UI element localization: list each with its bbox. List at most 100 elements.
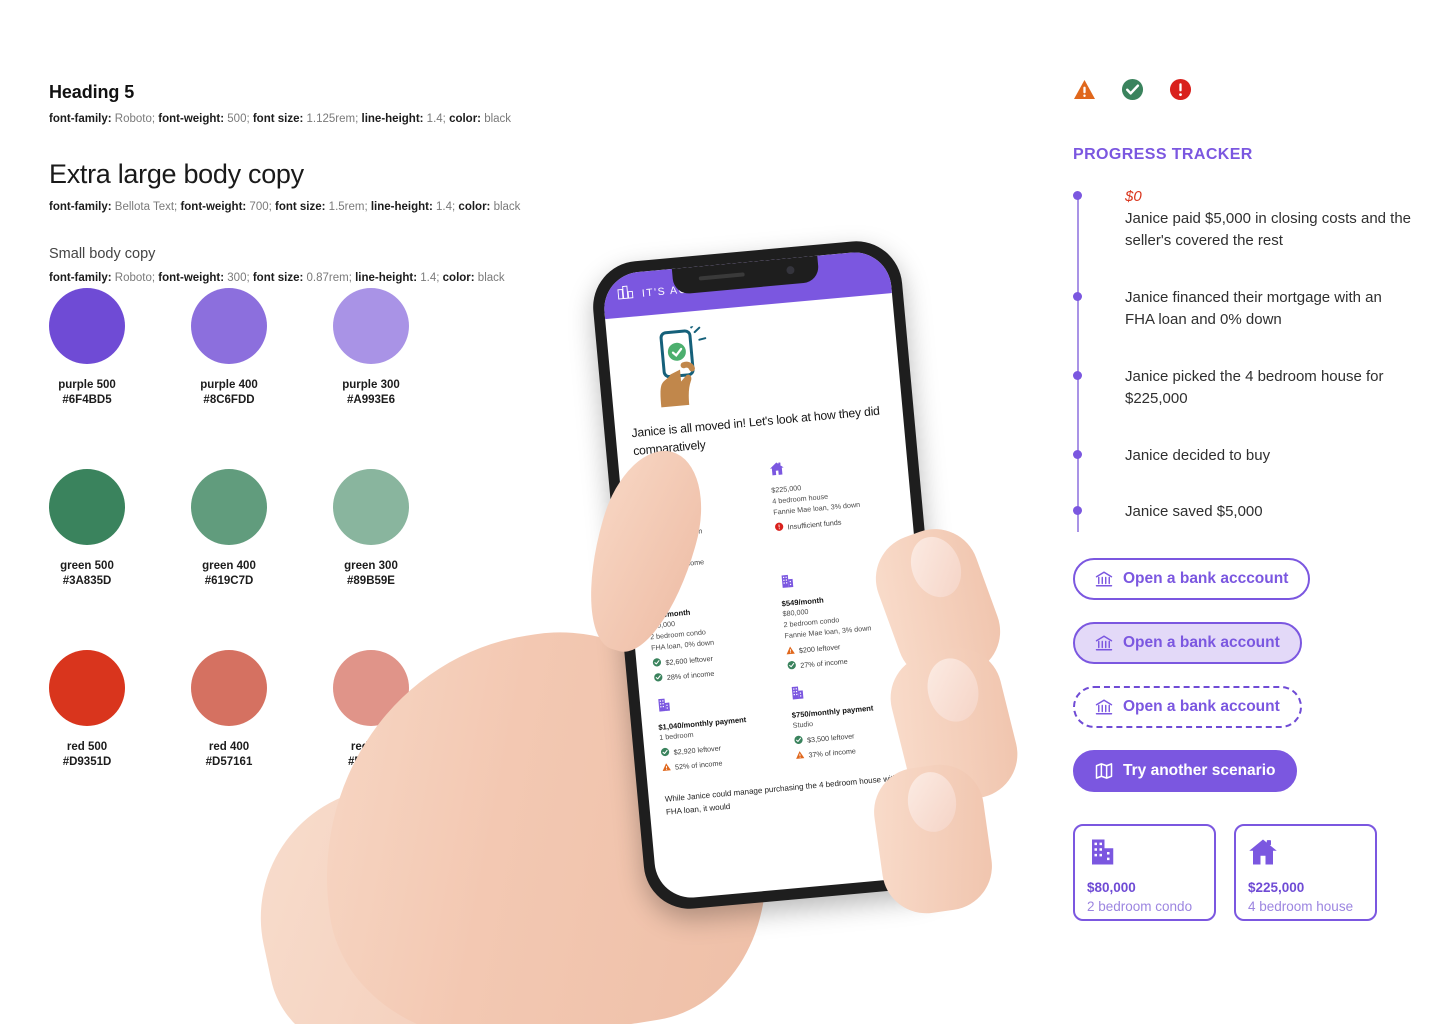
property-description: 2 bedroom condo [1087, 898, 1193, 914]
bank-icon [1095, 570, 1113, 588]
timeline-item: Janice saved $5,000 [1073, 501, 1413, 524]
meta-key: font-family: [49, 200, 112, 213]
timeline-text: Janice saved $5,000 [1125, 503, 1263, 521]
swatch-name: red 500 [66, 741, 108, 753]
warning-icon [662, 762, 672, 774]
swatch-name: green 400 [202, 560, 256, 572]
status-icon-row [1073, 78, 1413, 106]
success-icon [1121, 78, 1144, 106]
type-spec-heading-5: Heading 5 font-family: Roboto; font-weig… [49, 80, 609, 128]
timeline-amount: $0 [1125, 188, 1142, 205]
comparison-card[interactable]: $225,000 4 bedroom house Fannie Mae loan, … [769, 451, 899, 560]
timeline-item: Janice decided to buy [1073, 445, 1413, 468]
open-bank-account-button[interactable]: Open a bank account [1073, 621, 1302, 664]
color-swatch: red 500 #D9351D [49, 650, 191, 768]
type-meta: font-family: Roboto; font-weight: 500; f… [49, 111, 609, 128]
meta-key: line-height: [367, 200, 433, 213]
swatch-hex: #3A835D [62, 575, 112, 587]
open-bank-account-button[interactable]: Open a bank account [1073, 685, 1302, 728]
meta-val: 1.4; [423, 113, 446, 126]
timeline-item: $0 Janice paid $5,000 in closing costs an… [1073, 186, 1413, 253]
color-swatch: purple 500 #6F4BD5 [49, 288, 191, 406]
property-card[interactable]: $225,000 4 bedroom house [1234, 823, 1377, 921]
meta-key: font size: [271, 200, 326, 213]
timeline-text: Janice paid $5,000 in closing costs and … [1125, 209, 1412, 250]
meta-key: font size: [249, 272, 304, 285]
components-column: PROGRESS TRACKER $0 Janice paid $5,000 in… [1073, 78, 1413, 921]
meta-val: 700; [246, 200, 272, 213]
meta-val: 300; [224, 272, 250, 285]
success-icon [794, 735, 804, 747]
button-label: Open a bank acccount [1123, 569, 1289, 587]
warning-icon [785, 645, 795, 657]
card-stat-label: 27% of income [799, 656, 849, 670]
meta-val: 500; [224, 113, 250, 126]
timeline-item: Janice picked the 4 bedroom house for $2… [1073, 366, 1413, 411]
timeline-dot [1073, 506, 1082, 516]
swatch-dot [49, 650, 125, 726]
progress-timeline: $0 Janice paid $5,000 in closing costs an… [1073, 186, 1413, 532]
hand-holding-phone-check-icon [622, 306, 885, 421]
meta-key: font-weight: [155, 272, 225, 285]
meta-key: font-family: [49, 113, 112, 126]
button-label: Open a bank account [1123, 633, 1280, 651]
meta-val: Bellota Text; [111, 200, 178, 213]
meta-val: black [490, 200, 521, 213]
open-bank-account-button[interactable]: Open a bank acccount [1073, 557, 1311, 600]
design-system-page: Heading 5 font-family: Roboto; font-weig… [0, 0, 1440, 1024]
meta-val: 1.125rem; [303, 113, 359, 126]
timeline-text: Janice decided to buy [1125, 446, 1271, 464]
meta-key: font-weight: [177, 200, 247, 213]
coins-stack-icon [616, 283, 635, 306]
property-card[interactable]: $80,000 2 bedroom condo [1073, 823, 1216, 921]
type-sample: Heading 5 [49, 82, 135, 102]
timeline-item: Janice financed their mortgage with an F… [1073, 287, 1413, 332]
swatch-dot [191, 288, 267, 364]
type-spec-extra-large-body: Extra large body copy font-family: Bello… [49, 156, 609, 216]
meta-val: black [481, 113, 512, 126]
property-description: 4 bedroom house [1248, 898, 1354, 914]
meta-val: 1.4; [432, 200, 456, 213]
error-icon [1169, 78, 1192, 106]
swatch-hex: #619C7D [204, 575, 254, 587]
property-card-row: $80,000 2 bedroom condo $225,000 4 bedroom … [1073, 823, 1413, 921]
swatch-hex: #D9351D [62, 756, 112, 768]
swatch-dot [191, 650, 267, 726]
swatch-name: purple 500 [58, 379, 116, 391]
try-another-scenario-button[interactable]: Try another scenario [1073, 749, 1298, 792]
house-icon [1248, 837, 1363, 872]
success-icon [660, 747, 670, 759]
success-icon [653, 672, 663, 684]
card-stat-label: Insufficient funds [787, 517, 842, 532]
comparison-card[interactable]: $1,040/monthly payment 1 bedroom $2,920 l… [656, 687, 784, 774]
swatch-hex: #8C6FDD [203, 394, 255, 406]
timeline-dot [1073, 449, 1082, 459]
bank-icon [1095, 698, 1113, 716]
card-stat-label: $200 leftover [798, 641, 841, 655]
button-label: Open a bank account [1123, 697, 1280, 715]
bank-icon [1095, 634, 1113, 652]
timeline-dot [1073, 191, 1082, 200]
swatch-hex: #6F4BD5 [62, 394, 112, 406]
warning-icon [795, 750, 805, 762]
meta-key: line-height: [358, 113, 424, 126]
swatch-dot [49, 469, 125, 545]
meta-key: color: [445, 113, 482, 126]
meta-val: Roboto; [111, 113, 156, 126]
meta-key: font-weight: [155, 113, 225, 126]
card-stat-label: $2,920 leftover [673, 743, 722, 757]
button-label: Try another scenario [1123, 761, 1276, 779]
condo-icon [1087, 837, 1202, 872]
card-stat-label: 52% of income [674, 758, 723, 772]
success-icon [787, 660, 797, 672]
timeline-text: Janice financed their mortgage with an F… [1125, 288, 1382, 329]
button-stack: Open a bank acccount Open a bank account O… [1073, 557, 1413, 792]
card-stat-label: $3,500 leftover [806, 731, 855, 745]
map-icon [1095, 762, 1113, 780]
timeline-dot [1073, 291, 1082, 301]
timeline-text: Janice picked the 4 bedroom house for $2… [1125, 367, 1384, 408]
property-price: $80,000 [1087, 879, 1136, 895]
meta-key: color: [455, 200, 491, 213]
type-meta: font-family: Bellota Text; font-weight: … [49, 199, 609, 216]
swatch-dot [191, 469, 267, 545]
